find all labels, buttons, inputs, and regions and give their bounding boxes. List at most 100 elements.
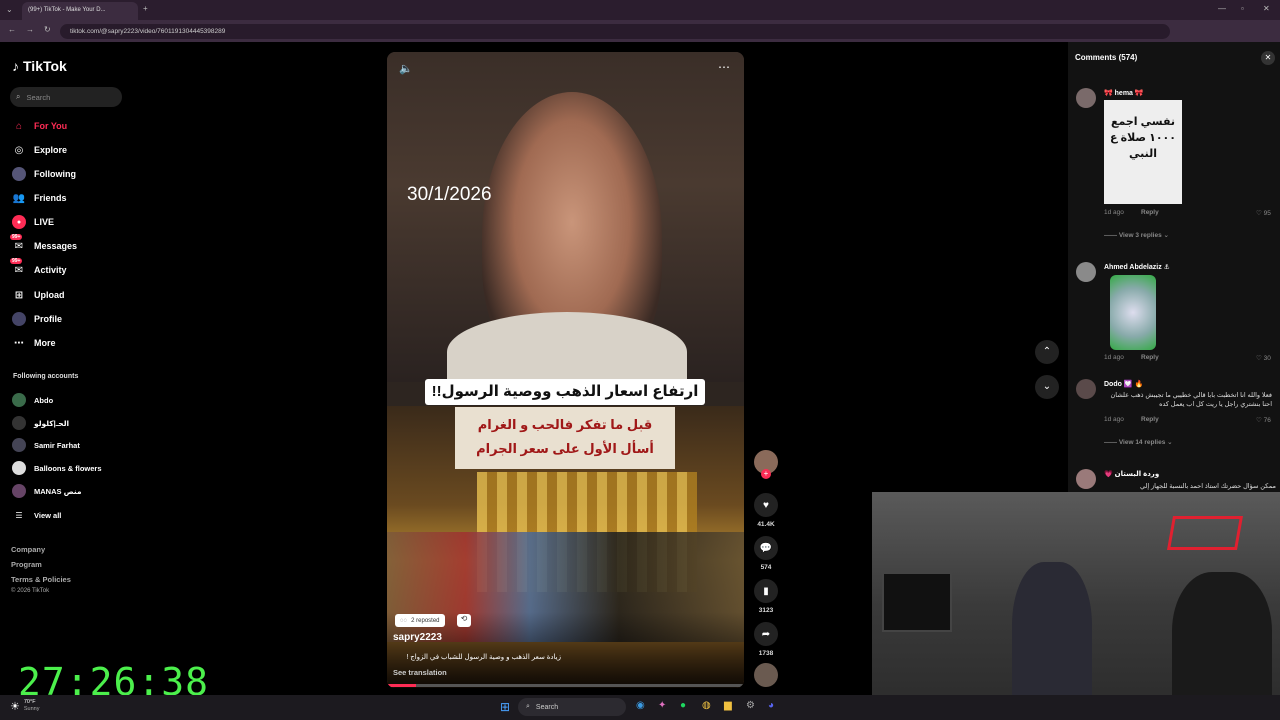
tiktok-note-icon: ♪ [12, 58, 19, 74]
reply-button[interactable]: Reply [1141, 416, 1159, 423]
share-action[interactable]: ➦ 1738 [753, 622, 779, 657]
spotify-icon[interactable]: ● [680, 700, 686, 711]
nav-for-you[interactable]: ⌂ For You [12, 119, 67, 133]
view-replies-link[interactable]: —— View 14 replies ⌄ [1104, 438, 1173, 446]
nav-messages[interactable]: ✉ 99+ Messages [10, 234, 77, 253]
tab-menu-icon[interactable]: ⌄ [6, 5, 13, 14]
share-icon: ➦ [754, 622, 778, 646]
nav-profile[interactable]: Profile [12, 312, 62, 326]
video-progress-fill [387, 684, 416, 687]
browser-tab[interactable]: (99+) TikTok - Make Your D... [22, 2, 138, 20]
repost-icon[interactable]: ⟲ [457, 614, 471, 627]
reply-button[interactable]: Reply [1141, 209, 1159, 216]
view-replies-link[interactable]: —— View 3 replies ⌄ [1104, 231, 1169, 239]
video-progress-track[interactable] [387, 684, 744, 687]
footer-program[interactable]: Program [11, 560, 42, 569]
close-comments-button[interactable]: ✕ [1261, 51, 1275, 65]
creator-avatar-action[interactable]: + [753, 450, 779, 479]
forward-icon[interactable]: → [26, 25, 34, 34]
avatar [12, 416, 26, 430]
volume-icon[interactable]: 🔈 [399, 62, 413, 75]
list-icon: ☰ [15, 510, 23, 520]
copilot-icon[interactable]: ✦ [658, 700, 666, 711]
comment-time: 1d ago [1104, 354, 1124, 361]
home-icon: ⌂ [15, 120, 23, 132]
comment-action[interactable]: 💬 574 [753, 536, 779, 571]
comment-author[interactable]: وردة البستان 💗 [1104, 470, 1159, 478]
chevron-up-icon: ⌃ [1042, 346, 1052, 357]
like-action[interactable]: ♥ 41.4K [753, 493, 779, 528]
edge-icon[interactable]: ◉ [636, 700, 645, 711]
reply-button[interactable]: Reply [1141, 354, 1159, 361]
nav-live[interactable]: ● LIVE [12, 215, 54, 229]
nav-following[interactable]: Following [12, 167, 76, 181]
close-window-icon[interactable]: ✕ [1263, 4, 1270, 13]
account-item[interactable]: Abdo [12, 393, 53, 407]
activity-icon: ✉ 99+ [10, 258, 24, 276]
footer-terms[interactable]: Terms & Policies [11, 575, 71, 584]
tiktok-logo[interactable]: ♪ TikTok [12, 58, 67, 74]
next-video-button[interactable]: ⌄ [1035, 375, 1059, 399]
messages-icon: ✉ 99+ [10, 234, 24, 252]
avatar[interactable] [1076, 88, 1096, 108]
video-player[interactable]: 🔈 ⋯ 30/1/2026 ارتفاع اسعار الذهب ووصية ا… [387, 52, 744, 688]
comment-author[interactable]: Dodo 💟 🔥 [1104, 380, 1143, 388]
nav-more[interactable]: ⋯ More [12, 336, 56, 350]
new-tab-icon[interactable]: + [143, 4, 148, 13]
comment-author[interactable]: Ahmed Abdelaziz ⚓ [1104, 263, 1170, 271]
neon-sign [1167, 516, 1243, 550]
avatar[interactable] [1076, 262, 1096, 282]
save-action[interactable]: ▮ 3123 [753, 579, 779, 614]
reposted-badge[interactable]: ◌◌ 2 reposted [395, 614, 445, 627]
reposted-avatars-icon: ◌◌ [400, 617, 408, 624]
nav-activity[interactable]: ✉ 99+ Activity [10, 258, 67, 277]
sidebar: ♪ TikTok ⌕ Search ⌂ For You ◎ Explore Fo… [0, 42, 135, 662]
pc-case [882, 572, 952, 632]
weather-widget[interactable]: ☀ 70°F Sunny [10, 699, 39, 713]
follow-plus-icon[interactable]: + [761, 469, 771, 479]
view-all-link[interactable]: ☰ View all [12, 508, 61, 522]
reload-icon[interactable]: ↻ [44, 25, 51, 34]
chevron-down-icon: ⌄ [1042, 381, 1052, 392]
account-item[interactable]: Samir Farhat [12, 438, 80, 452]
comment-time: 1d ago [1104, 416, 1124, 423]
more-icon: ⋯ [14, 337, 24, 349]
comment-text: ممكن سؤال حضرتك استاذ احمد بالنسبة للجها… [1140, 483, 1276, 490]
file-explorer-icon[interactable]: ▆ [724, 700, 732, 711]
account-item[interactable]: الحـ|كلولو [12, 416, 69, 430]
previous-video-button[interactable]: ⌃ [1035, 340, 1059, 364]
discord-icon[interactable]: ◕ [768, 700, 774, 711]
nav-friends[interactable]: 👥 Friends [12, 191, 67, 205]
account-item[interactable]: MANAS منص [12, 484, 82, 498]
search-icon: ⌕ [16, 92, 21, 101]
avatar[interactable] [1076, 469, 1096, 489]
comment-like[interactable]: ♡ 95 [1256, 209, 1271, 217]
video-caption: زيادة سعر الذهب و وصية الرسول للشباب في … [406, 654, 561, 661]
minimize-icon[interactable]: — [1218, 4, 1226, 13]
chrome-icon[interactable]: ◍ [702, 700, 711, 711]
footer-company[interactable]: Company [11, 545, 45, 554]
avatar [12, 393, 26, 407]
compass-icon: ◎ [14, 144, 24, 156]
search-input[interactable]: ⌕ Search [10, 87, 122, 107]
nav-explore[interactable]: ◎ Explore [12, 143, 67, 157]
video-username[interactable]: sapry2223 [393, 632, 442, 643]
start-icon[interactable]: ⊞ [500, 700, 510, 714]
nav-upload[interactable]: ⊞ Upload [12, 288, 65, 302]
maximize-icon[interactable]: ▫ [1241, 4, 1244, 13]
url-field[interactable]: tiktok.com/@sapry2223/video/760119130444… [60, 24, 1170, 39]
avatar[interactable] [1076, 379, 1096, 399]
comment-like[interactable]: ♡ 76 [1256, 416, 1271, 424]
account-item[interactable]: Balloons & flowers [12, 461, 102, 475]
see-translation-link[interactable]: See translation [393, 668, 447, 677]
comment-time: 1d ago [1104, 209, 1124, 216]
share-count: 1738 [758, 650, 774, 657]
sign-line-2: أسأل الأول على سعر الجرام [476, 441, 654, 456]
back-icon[interactable]: ← [8, 25, 16, 34]
sound-disc[interactable] [753, 663, 779, 687]
comment-like[interactable]: ♡ 30 [1256, 354, 1271, 362]
settings-icon[interactable]: ⚙ [746, 700, 755, 711]
taskbar-search[interactable]: ⌕ Search [518, 698, 626, 716]
comment-author[interactable]: 🎀 hema 🎀 [1104, 89, 1144, 97]
more-options-icon[interactable]: ⋯ [718, 60, 730, 74]
